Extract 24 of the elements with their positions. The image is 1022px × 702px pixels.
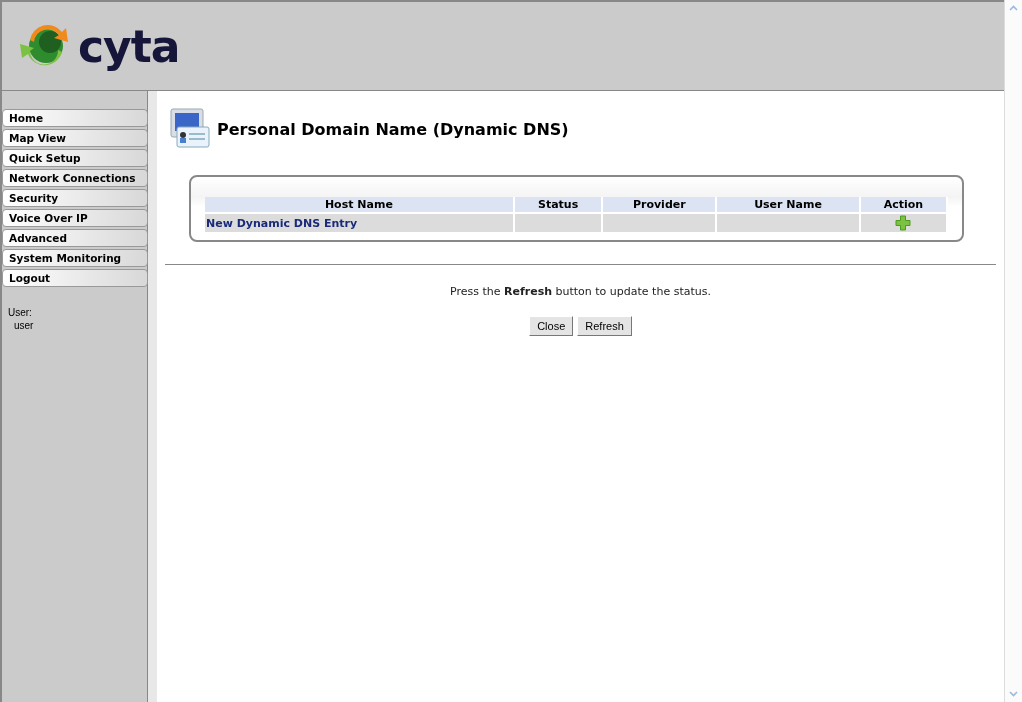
user-label: User: [8,307,33,318]
menu-item[interactable]: Network Connections [2,169,148,187]
page-title: Personal Domain Name (Dynamic DNS) [217,119,569,139]
menu-item[interactable]: Quick Setup [2,149,148,167]
menu-item[interactable]: System Monitoring [2,249,148,267]
column-header: User Name [716,197,860,213]
user-name: user [13,320,35,331]
menu-item[interactable]: Map View [2,129,148,147]
action-button[interactable]: Refresh [577,316,632,336]
column-header: Status [513,197,603,213]
menu-item[interactable]: Advanced [2,229,148,247]
menu-item[interactable]: Security [2,189,148,207]
scrollbar[interactable] [1004,0,1022,702]
add-icon[interactable] [895,215,912,231]
menu-item[interactable]: Voice Over IP [2,209,148,227]
column-header: Host Name [205,197,514,213]
column-header: Action [859,197,947,213]
new-entry-link[interactable]: New Dynamic DNS Entry [206,216,358,230]
status-message: Press the Refresh button to update the status. [449,285,712,298]
column-header: Provider [602,197,717,213]
logo-wordmark: cyta [78,20,180,72]
action-button[interactable]: Close [529,316,574,336]
menu-item[interactable]: Logout [2,269,148,287]
menu-item[interactable]: Home [2,109,148,127]
